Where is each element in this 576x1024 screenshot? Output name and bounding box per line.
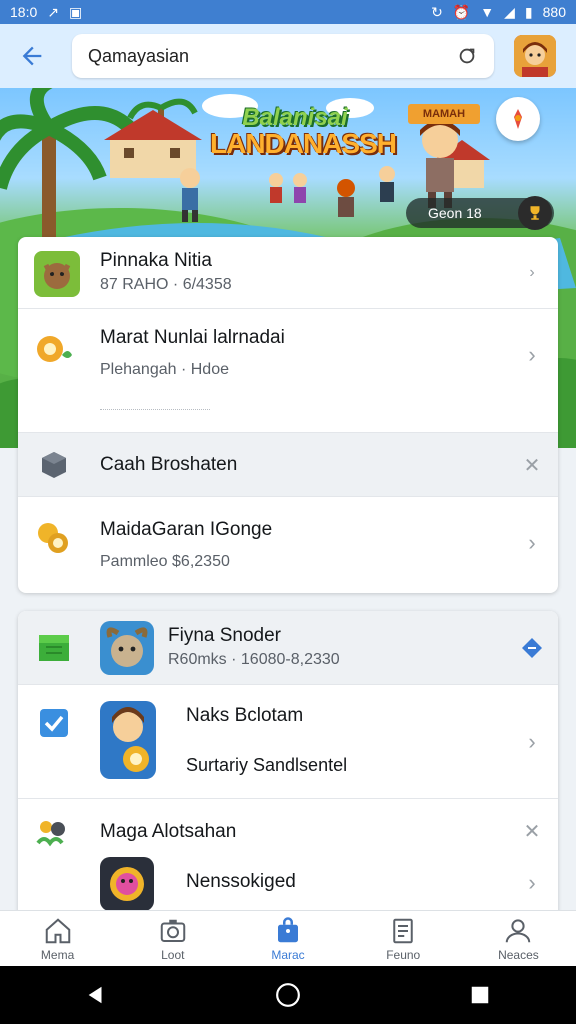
battery-icon: ▮	[524, 4, 533, 20]
list-item-title: Naks Bclotam	[186, 705, 304, 726]
chevron-right-icon[interactable]: ›	[520, 530, 544, 555]
vibrate-icon: ↻	[431, 4, 443, 20]
nav-item-home[interactable]: Mema	[0, 911, 115, 967]
recent-list-card: Pinnaka Nitia 87 RAHO · 6/4358 › Marat N…	[18, 237, 558, 593]
list-item-title: Caah Broshaten	[100, 454, 238, 475]
list-item-subtitle: 87 RAHO · 6/4358	[100, 276, 232, 293]
app-bar	[0, 24, 576, 88]
triangle-back-icon	[88, 986, 102, 1004]
banner-chip[interactable]: Geon 18	[406, 196, 554, 230]
status-time: 18:0	[10, 4, 38, 20]
list-item-title: Pinnaka Nitia	[100, 250, 212, 271]
chevron-right-icon[interactable]: ›	[520, 261, 544, 285]
list-item[interactable]: MaidaGaran IGonge Pammleo $6,2350 ›	[18, 497, 558, 593]
green-box-icon	[34, 629, 74, 669]
square-recents-icon	[471, 986, 489, 1004]
close-icon[interactable]: ✕	[520, 819, 544, 843]
list-item-title: Fiyna Snoder	[168, 625, 282, 646]
close-icon[interactable]: ✕	[520, 453, 544, 477]
list-item-title: MaidaGaran IGonge	[100, 519, 273, 540]
list-item[interactable]: Fiyna Snoder R60mks · 16080-8,2330	[18, 611, 558, 685]
coins-icon	[34, 519, 74, 559]
list-item[interactable]: Naks Bclotam Surtariy Sandlsentel ›	[18, 685, 558, 799]
games-list-card: Fiyna Snoder R60mks · 16080-8,2330 Naks …	[18, 611, 558, 921]
chevron-right-icon[interactable]: ›	[520, 870, 544, 895]
battery-level: 880	[542, 4, 566, 20]
nav-item-bag[interactable]: Marac	[230, 911, 345, 967]
status-bar: 18:0 ↗ ▣ ↻ ⏰ ▼ ◢ ▮ 880	[0, 0, 576, 24]
alarm-icon: ⏰	[452, 4, 471, 20]
nav-item-camera[interactable]: Loot	[115, 911, 230, 967]
flame-badge-icon	[514, 109, 522, 129]
nav-label: Feuno	[386, 948, 421, 962]
list-item-title: Maga Alotsahan	[100, 821, 237, 842]
search-box[interactable]	[72, 34, 494, 78]
list-item-title: Marat Nunlai lalrnadai	[100, 327, 285, 348]
list-item[interactable]: Pinnaka Nitia 87 RAHO · 6/4358 ›	[18, 237, 558, 309]
banner-action-button[interactable]	[496, 97, 540, 141]
wifi-icon: ▼	[480, 4, 495, 20]
checkbox-checked-icon[interactable]	[34, 703, 74, 743]
nav-item-document[interactable]: Feuno	[346, 911, 461, 967]
nav-item-profile[interactable]: Neaces	[461, 911, 576, 967]
system-nav-bar	[0, 966, 576, 1024]
list-item[interactable]: Maga Alotsahan ✕ Nenssokiged ›	[18, 799, 558, 921]
app-icon-squirrel	[34, 251, 80, 297]
list-item-subtitle: Nenssokiged	[186, 871, 296, 892]
bag-icon	[278, 917, 298, 943]
search-input[interactable]	[86, 44, 454, 68]
avatar[interactable]	[514, 35, 556, 77]
app-icon-hero	[100, 701, 156, 779]
notification-icon: ▣	[68, 4, 83, 20]
refresh-search-icon[interactable]	[454, 43, 480, 69]
home-icon	[45, 918, 70, 944]
system-back-button[interactable]	[76, 975, 116, 1015]
banner-tag: MAMAH	[408, 104, 480, 124]
app-icon-flower	[100, 857, 154, 911]
nav-label: Marac	[271, 948, 305, 962]
system-home-button[interactable]	[268, 975, 308, 1015]
trophy-icon	[518, 196, 552, 230]
signal-icon: ↗	[47, 4, 59, 20]
cell-signal-icon: ◢	[504, 4, 515, 20]
document-icon	[393, 918, 413, 944]
nav-label: Loot	[161, 948, 185, 962]
cube-icon	[34, 445, 74, 485]
banner-chip-label: Geon 18	[428, 205, 482, 221]
nav-label: Mema	[40, 948, 75, 962]
nav-label: Neaces	[498, 948, 539, 962]
chevron-right-icon[interactable]: ›	[520, 729, 544, 754]
system-recents-button[interactable]	[460, 975, 500, 1015]
back-button[interactable]	[0, 24, 64, 88]
coin-leaf-icon	[34, 331, 74, 371]
list-item-subtitle: Plehangah · Hdoe	[100, 361, 229, 378]
diamond-badge-icon[interactable]	[520, 636, 544, 660]
camera-icon	[160, 919, 186, 942]
banner-logo-line1: Balanisai	[242, 104, 348, 131]
bottom-nav: Mema Loot Marac Feuno Neaces	[0, 910, 576, 967]
list-item-subtitle: Pammleo $6,2350	[100, 553, 230, 570]
banner-logo-line2: LANDANASSH	[210, 128, 397, 159]
circle-home-icon	[276, 983, 300, 1007]
list-item[interactable]: Caah Broshaten ✕	[18, 433, 558, 497]
app-icon-goat	[100, 621, 154, 675]
list-item[interactable]: Marat Nunlai lalrnadai Plehangah · Hdoe …	[18, 309, 558, 433]
list-item-subtitle: Surtariy Sandlsentel	[186, 755, 348, 775]
list-item-subtitle: R60mks · 16080-8,2330	[168, 651, 340, 668]
banner-logo: Balanisai LANDANASSH	[210, 104, 397, 159]
divider	[100, 409, 210, 414]
chevron-right-icon[interactable]: ›	[520, 342, 544, 367]
person-icon	[506, 919, 531, 943]
gears-icon	[34, 813, 74, 853]
arrow-left-icon	[22, 46, 42, 66]
